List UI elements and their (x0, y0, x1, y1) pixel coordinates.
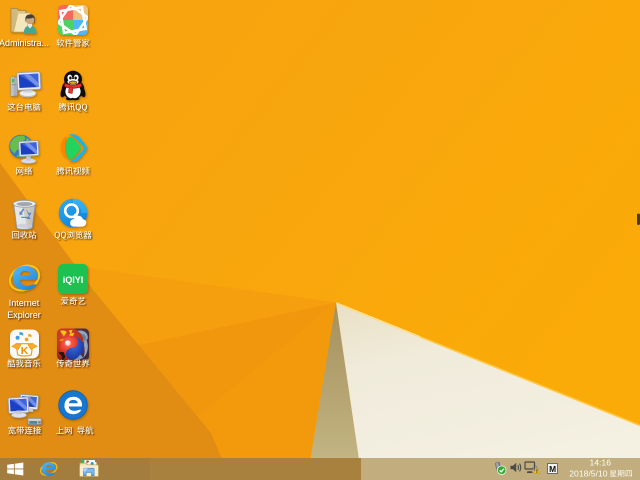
svg-text:K: K (21, 345, 29, 357)
svg-text:14:16: 14:16 (589, 458, 611, 468)
svg-text:Explorer: Explorer (7, 310, 41, 320)
svg-text:2018/5/10: 2018/5/10 (569, 468, 607, 478)
svg-text:iQIYI: iQIYI (63, 275, 83, 285)
svg-text:M: M (549, 464, 556, 474)
svg-text:Administra...: Administra... (0, 38, 49, 48)
svg-text:Internet: Internet (9, 298, 40, 308)
